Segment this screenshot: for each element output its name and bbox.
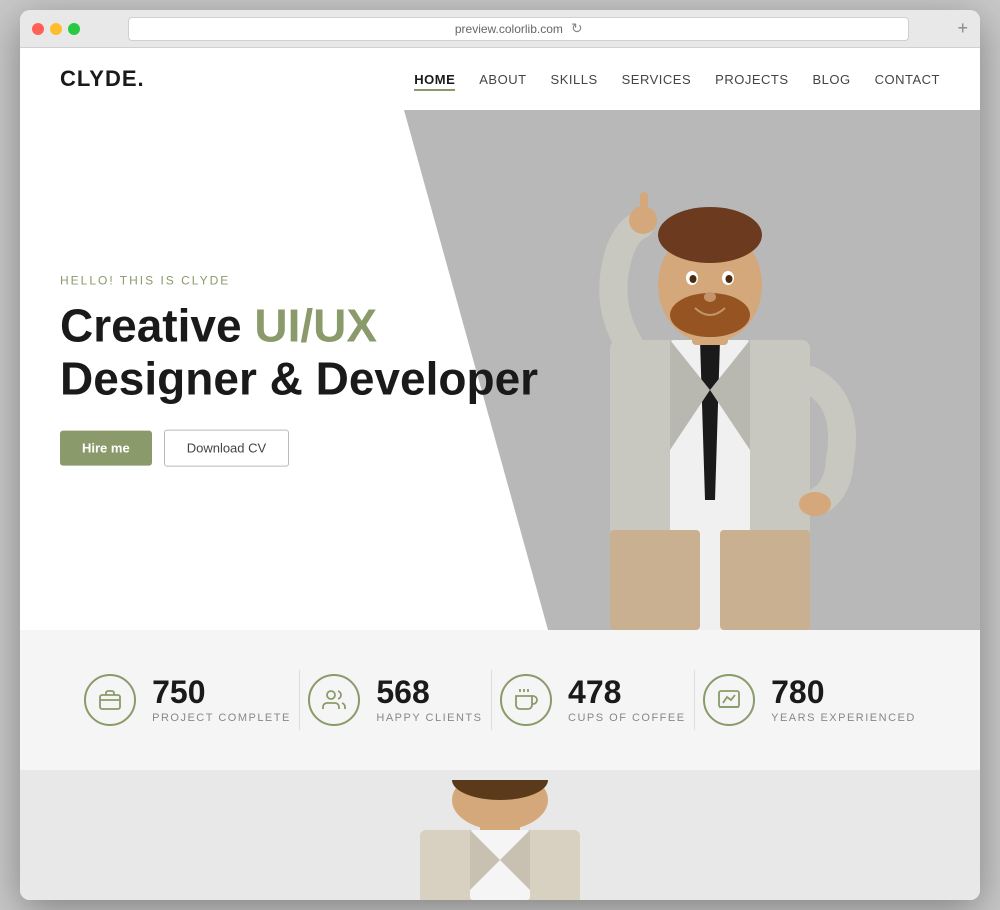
hero-greeting: HELLO! THIS IS CLYDE (60, 274, 538, 288)
nav-item-home[interactable]: HOME (414, 72, 455, 87)
maximize-button[interactable] (68, 23, 80, 35)
stat-info-coffee: 478 CUPS OF COFFEE (568, 676, 686, 724)
site-logo: CLYDE. (60, 66, 145, 92)
stat-label-projects: PROJECT COMPLETE (152, 712, 291, 724)
stat-number-coffee: 478 (568, 676, 686, 708)
stat-info-experience: 780 YEARS EXPERIENCED (771, 676, 916, 724)
stat-number-experience: 780 (771, 676, 916, 708)
nav-item-projects[interactable]: PROJECTS (715, 72, 788, 87)
stat-divider-1 (299, 670, 300, 730)
new-tab-button[interactable]: + (957, 18, 968, 39)
person-svg (540, 130, 880, 630)
close-button[interactable] (32, 23, 44, 35)
chart-icon (703, 674, 755, 726)
hero-title-line2: Designer & Developer (60, 353, 538, 405)
browser-dots (32, 23, 80, 35)
about-preview-section (20, 770, 980, 900)
stat-number-projects: 750 (152, 676, 291, 708)
download-cv-button[interactable]: Download CV (164, 429, 290, 466)
hero-title-highlight: UI/UX (254, 300, 377, 352)
stat-number-clients: 568 (376, 676, 482, 708)
stat-label-clients: HAPPY CLIENTS (376, 712, 482, 724)
hero-title-line1-prefix: Creative (60, 300, 254, 352)
hero-person-image (520, 120, 900, 630)
nav-item-contact[interactable]: CONTACT (875, 72, 940, 87)
site-header: CLYDE. HOME ABOUT SKILLS SERVICES PROJEC… (20, 48, 980, 110)
stat-item-coffee: 478 CUPS OF COFFEE (500, 674, 686, 726)
stat-item-projects: 750 PROJECT COMPLETE (84, 674, 291, 726)
url-text: preview.colorlib.com (455, 22, 563, 36)
nav-item-blog[interactable]: BLOG (813, 72, 851, 87)
stat-divider-2 (491, 670, 492, 730)
coffee-icon (500, 674, 552, 726)
nav-item-services[interactable]: SERVICES (622, 72, 692, 87)
about-person-svg (360, 780, 640, 900)
stat-divider-3 (694, 670, 695, 730)
hero-title: Creative UI/UX Designer & Developer (60, 300, 538, 406)
address-bar[interactable]: preview.colorlib.com ↻ (128, 17, 909, 41)
nav-item-skills[interactable]: SKILLS (551, 72, 598, 87)
browser-toolbar: preview.colorlib.com ↻ + (20, 10, 980, 48)
site-nav: HOME ABOUT SKILLS SERVICES PROJECTS BLOG… (414, 72, 940, 87)
stat-label-experience: YEARS EXPERIENCED (771, 712, 916, 724)
minimize-button[interactable] (50, 23, 62, 35)
hire-me-button[interactable]: Hire me (60, 430, 152, 465)
stat-item-clients: 568 HAPPY CLIENTS (308, 674, 482, 726)
users-icon (308, 674, 360, 726)
stats-section: 750 PROJECT COMPLETE 568 HAPPY (20, 630, 980, 770)
reload-icon[interactable]: ↻ (571, 20, 583, 37)
hero-content: HELLO! THIS IS CLYDE Creative UI/UX Desi… (60, 274, 538, 467)
briefcase-icon (84, 674, 136, 726)
hero-section: HELLO! THIS IS CLYDE Creative UI/UX Desi… (20, 110, 980, 630)
stat-item-experience: 780 YEARS EXPERIENCED (703, 674, 916, 726)
nav-item-about[interactable]: ABOUT (479, 72, 526, 87)
hero-buttons: Hire me Download CV (60, 429, 538, 466)
stat-info-clients: 568 HAPPY CLIENTS (376, 676, 482, 724)
stat-info-projects: 750 PROJECT COMPLETE (152, 676, 291, 724)
website-content: CLYDE. HOME ABOUT SKILLS SERVICES PROJEC… (20, 48, 980, 900)
stat-label-coffee: CUPS OF COFFEE (568, 712, 686, 724)
browser-window: preview.colorlib.com ↻ + CLYDE. HOME ABO… (20, 10, 980, 900)
